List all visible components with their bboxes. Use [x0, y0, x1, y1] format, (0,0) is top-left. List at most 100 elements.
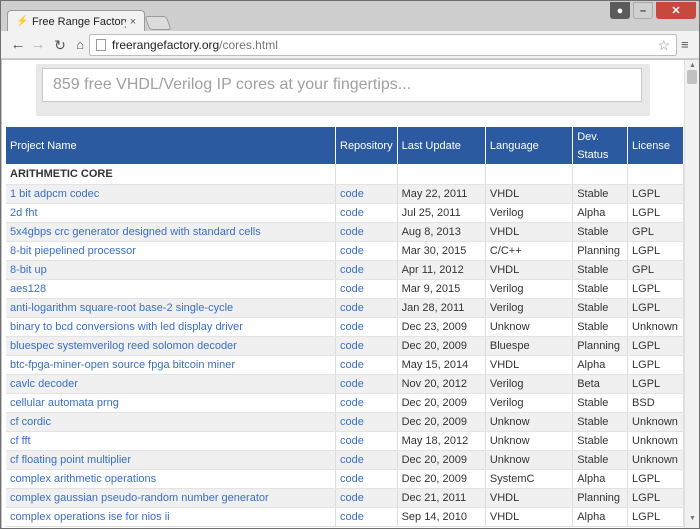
group-label: ARITHMETIC CORE: [6, 164, 336, 185]
forward-arrow-icon[interactable]: →: [29, 36, 47, 54]
license-cell: Unknown: [632, 320, 678, 333]
header-project-name[interactable]: Project Name: [6, 127, 336, 164]
last-update-cell: Mar 9, 2015: [401, 282, 461, 295]
favicon-icon: ⚡: [16, 15, 29, 27]
language-cell: Verilog: [489, 301, 524, 314]
tab-title: Free Range Factory: [32, 15, 126, 28]
project-name-link[interactable]: anti-logarithm square-root base-2 single…: [10, 302, 233, 314]
last-update-cell: Aug 8, 2013: [401, 225, 461, 238]
last-update-cell: Dec 20, 2009: [401, 472, 468, 485]
repository-link[interactable]: code: [340, 454, 364, 466]
repository-link[interactable]: code: [340, 207, 364, 219]
repository-link[interactable]: code: [340, 511, 364, 523]
dev-status-cell: Alpha: [577, 358, 606, 371]
table-row: bluespec systemverilog reed solomon deco…: [6, 336, 684, 356]
menu-icon[interactable]: ≡: [681, 38, 695, 51]
browser-toolbar: ← → ↻ ⌂ freerangefactory.org/cores.html …: [1, 31, 699, 59]
last-update-cell: Apr 11, 2012: [401, 263, 464, 276]
project-name-link[interactable]: 1 bit adpcm codec: [10, 188, 99, 200]
project-name-link[interactable]: cf cordic: [10, 416, 51, 428]
header-license[interactable]: License: [627, 127, 684, 164]
header-repository[interactable]: Repository: [335, 127, 398, 164]
scroll-thumb[interactable]: [687, 70, 697, 84]
project-name-link[interactable]: complex arithmetic operations: [10, 473, 156, 485]
bookmark-star-icon[interactable]: ☆: [657, 37, 670, 54]
project-name-link[interactable]: cf floating point multiplier: [10, 454, 131, 466]
repository-link[interactable]: code: [340, 302, 364, 314]
repository-link[interactable]: code: [340, 435, 364, 447]
home-icon[interactable]: ⌂: [71, 36, 89, 54]
tab-close-icon[interactable]: ×: [126, 16, 140, 28]
language-cell: Unknow: [489, 320, 530, 333]
last-update-cell: May 15, 2014: [401, 358, 469, 371]
last-update-cell: Jul 25, 2011: [401, 206, 461, 219]
table-row: 8-bit up code Apr 11, 2012 VHDL Stable GPL: [6, 260, 684, 280]
table-row: complex operations ise for nios ii code Se…: [6, 507, 684, 527]
header-language[interactable]: Language: [485, 127, 574, 164]
project-name-link[interactable]: 8-bit piepelined processor: [10, 245, 136, 257]
last-update-cell: Dec 20, 2009: [401, 415, 468, 428]
dev-status-cell: Stable: [577, 320, 609, 333]
address-bar[interactable]: freerangefactory.org/cores.html ☆: [89, 34, 677, 56]
repository-link[interactable]: code: [340, 492, 364, 504]
new-tab-button[interactable]: [144, 16, 172, 30]
dev-status-cell: Stable: [577, 187, 609, 200]
browser-tab[interactable]: ⚡ Free Range Factory ×: [7, 10, 145, 32]
repository-link[interactable]: code: [340, 264, 364, 276]
repository-link[interactable]: code: [340, 188, 364, 200]
project-name-link[interactable]: 8-bit up: [10, 264, 47, 276]
back-arrow-icon[interactable]: ←: [9, 36, 27, 54]
title-bar: ⚡ Free Range Factory × ● – ✕: [1, 1, 699, 32]
reload-icon[interactable]: ↻: [51, 36, 69, 54]
license-cell: Unknown: [632, 453, 678, 466]
repository-link[interactable]: code: [340, 283, 364, 295]
language-cell: VHDL: [489, 358, 520, 371]
minimize-button[interactable]: –: [633, 2, 653, 19]
repository-link[interactable]: code: [340, 397, 364, 409]
language-cell: SystemC: [489, 472, 535, 485]
repository-link[interactable]: code: [340, 340, 364, 352]
license-cell: GPL: [632, 225, 655, 238]
license-cell: LGPL: [632, 206, 661, 219]
license-cell: LGPL: [632, 244, 661, 257]
language-cell: Unknow: [489, 434, 530, 447]
vertical-scrollbar[interactable]: ▲ ▼: [684, 60, 699, 528]
project-name-link[interactable]: 2d fht: [10, 207, 38, 219]
last-update-cell: Dec 20, 2009: [401, 453, 468, 466]
project-name-link[interactable]: cellular automata prng: [10, 397, 119, 409]
user-icon[interactable]: ●: [610, 2, 630, 19]
repository-link[interactable]: code: [340, 321, 364, 333]
repository-link[interactable]: code: [340, 416, 364, 428]
repository-link[interactable]: code: [340, 473, 364, 485]
group-row: ARITHMETIC CORE: [6, 164, 684, 185]
header-last-update[interactable]: Last Update: [397, 127, 486, 164]
project-name-link[interactable]: btc-fpga-miner-open source fpga bitcoin …: [10, 359, 235, 371]
project-name-link[interactable]: 5x4gbps crc generator designed with stan…: [10, 226, 261, 238]
project-name-link[interactable]: complex gaussian pseudo-random number ge…: [10, 492, 269, 504]
project-name-link[interactable]: cf fft: [10, 435, 31, 447]
scroll-down-icon[interactable]: ▼: [689, 515, 696, 522]
last-update-cell: Dec 20, 2009: [401, 339, 468, 352]
project-name-link[interactable]: binary to bcd conversions with led displ…: [10, 321, 243, 333]
project-name-link[interactable]: complex operations ise for nios ii: [10, 511, 170, 523]
header-dev-status[interactable]: Dev. Status: [572, 127, 629, 164]
dev-status-cell: Stable: [577, 225, 609, 238]
project-name-link[interactable]: cavlc decoder: [10, 378, 78, 390]
scroll-up-icon[interactable]: ▲: [689, 62, 696, 69]
page-icon: [96, 39, 106, 51]
dev-status-cell: Stable: [577, 396, 609, 409]
dev-status-cell: Stable: [577, 415, 609, 428]
project-name-link[interactable]: bluespec systemverilog reed solomon deco…: [10, 340, 237, 352]
last-update-cell: Sep 14, 2010: [401, 510, 468, 523]
repository-link[interactable]: code: [340, 378, 364, 390]
project-name-link[interactable]: aes128: [10, 283, 46, 295]
last-update-cell: Nov 20, 2012: [401, 377, 468, 390]
last-update-cell: Dec 20, 2009: [401, 396, 468, 409]
repository-link[interactable]: code: [340, 359, 364, 371]
search-input[interactable]: [42, 68, 642, 102]
language-cell: Verilog: [489, 206, 524, 219]
repository-link[interactable]: code: [340, 226, 364, 238]
url-host: freerangefactory.org: [112, 38, 220, 52]
close-window-button[interactable]: ✕: [656, 2, 696, 19]
repository-link[interactable]: code: [340, 245, 364, 257]
